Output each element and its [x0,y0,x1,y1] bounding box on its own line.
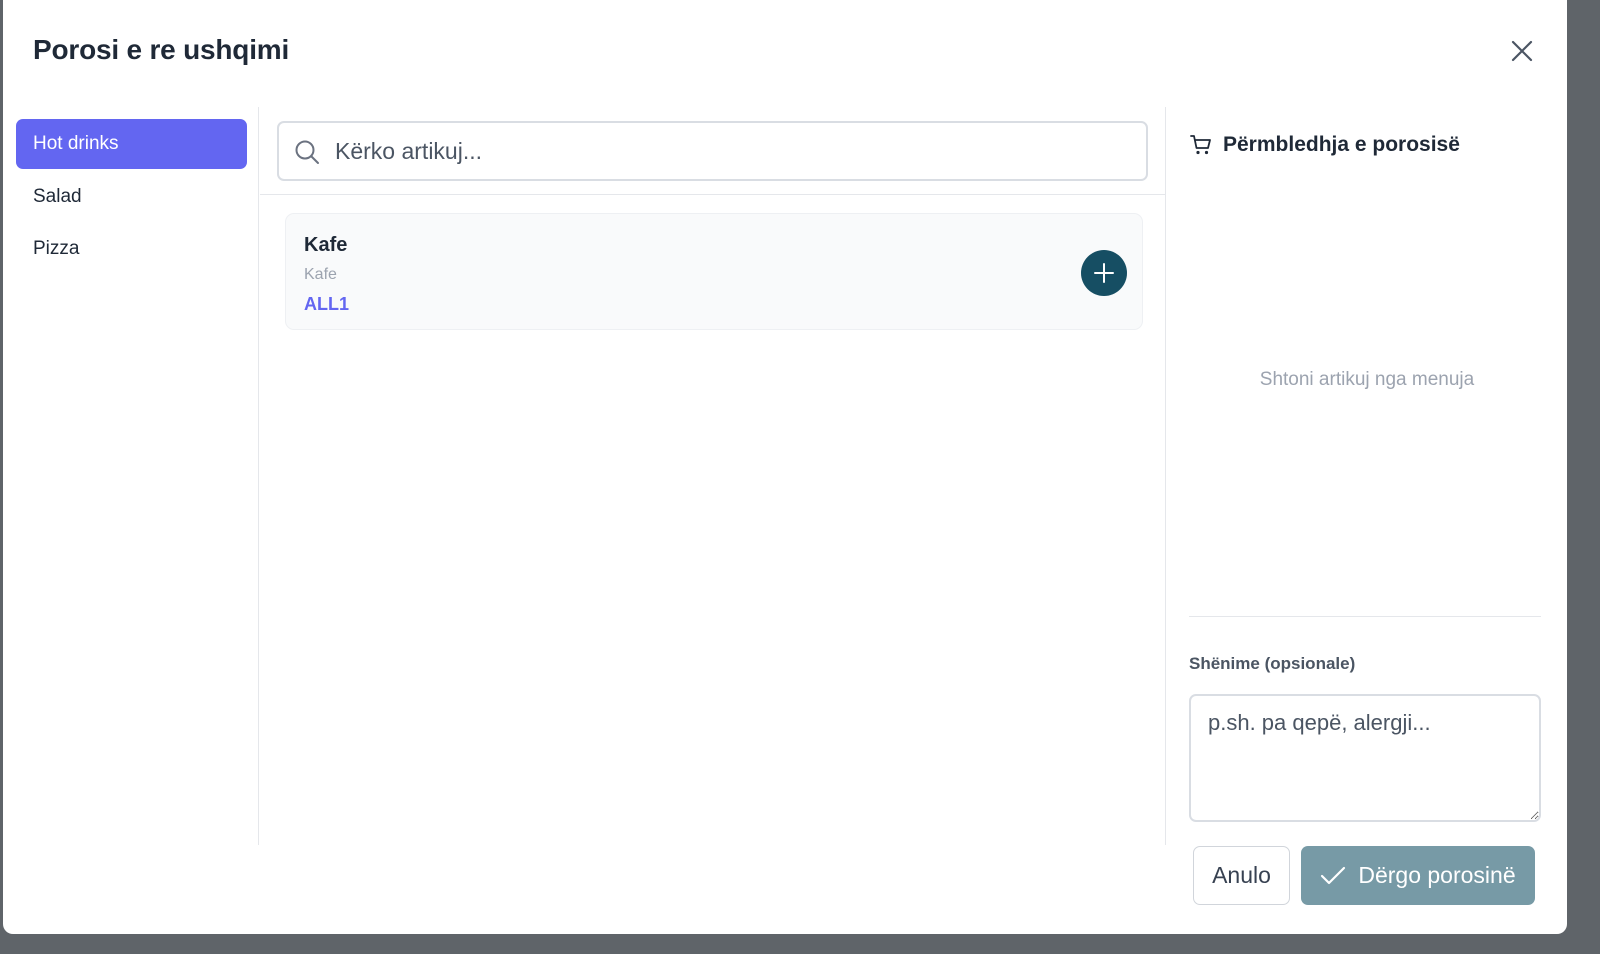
check-icon [1321,866,1346,884]
category-item-salad[interactable]: Salad [16,172,247,222]
cart-icon [1190,135,1211,155]
cancel-button-label: Anulo [1212,862,1271,888]
close-icon [1511,40,1533,62]
divider [260,194,1166,195]
menu-item-price: ALL1 [304,294,349,314]
notes-label: Shënime (opsionale) [1189,654,1356,673]
category-item-label: Hot drinks [33,133,119,154]
order-summary-panel: Përmbledhja e porosisë Shtoni artikuj ng… [1167,107,1567,845]
add-item-button[interactable] [1081,250,1127,296]
search-input[interactable] [335,123,1135,179]
modal-title: Porosi e re ushqimi [33,34,290,65]
plus-icon [1094,263,1114,283]
category-sidebar: Hot drinks Salad Pizza [3,107,259,845]
menu-items-panel: Kafe Kafe ALL1 [260,107,1166,845]
modal-backdrop[interactable] [1567,0,1600,954]
search-box [277,121,1148,181]
menu-item-card: Kafe Kafe ALL1 [285,213,1143,330]
close-button[interactable] [1507,36,1537,66]
category-item-hot-drinks[interactable]: Hot drinks [16,119,247,169]
submit-order-button[interactable]: Dërgo porosinë [1301,846,1535,905]
menu-item-description: Kafe [304,266,337,283]
category-item-label: Pizza [33,238,80,259]
search-icon [295,140,319,164]
summary-heading: Përmbledhja e porosisë [1189,133,1460,157]
submit-button-label: Dërgo porosinë [1358,862,1516,888]
menu-item-name: Kafe [304,234,348,256]
summary-empty-text: Shtoni artikuj nga menuja [1259,369,1475,390]
category-item-label: Salad [33,186,82,207]
new-order-modal: Porosi e re ushqimi Hot drinks Salad Piz… [3,0,1567,934]
cancel-button[interactable]: Anulo [1193,846,1290,905]
category-item-pizza[interactable]: Pizza [16,224,247,274]
divider [1189,616,1541,617]
notes-field[interactable] [1189,694,1541,822]
summary-title: Përmbledhja e porosisë [1223,133,1460,156]
